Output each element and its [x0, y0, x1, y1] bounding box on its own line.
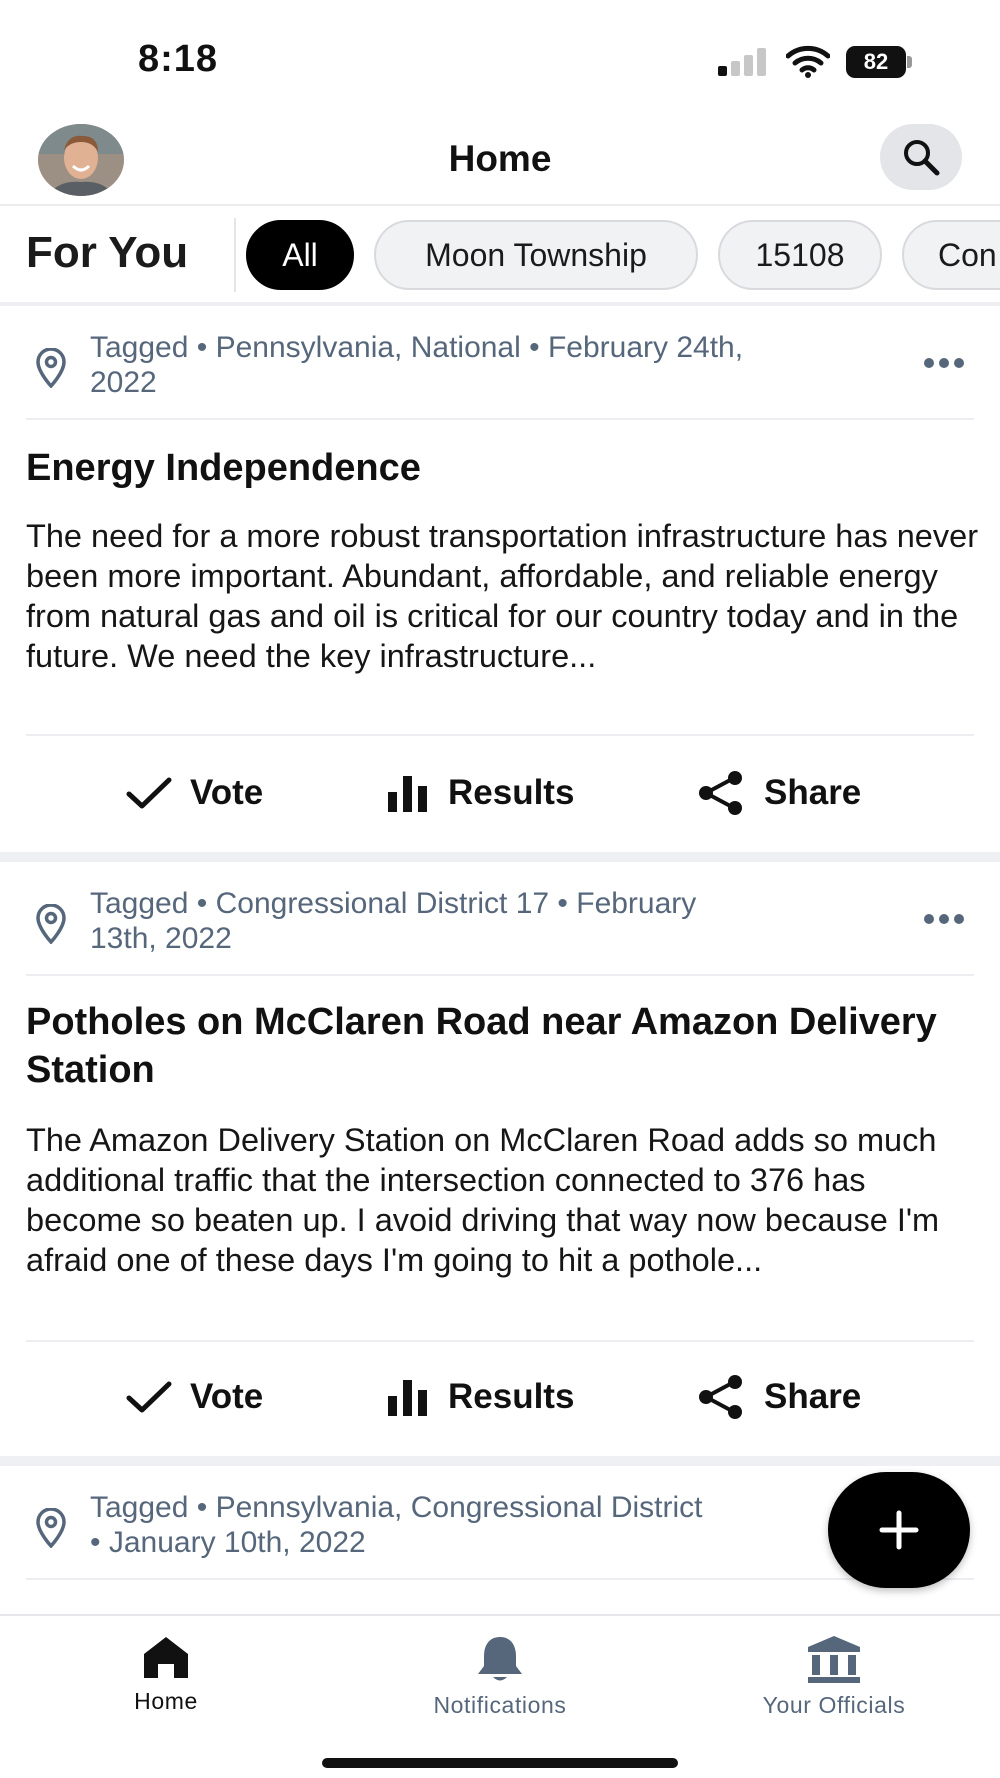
post-tags-line: 2022 [90, 366, 157, 399]
divider [26, 734, 974, 736]
post-card[interactable]: Tagged • Pennsylvania, National • Februa… [0, 310, 1000, 850]
filter-bar: For You All Moon Township 15108 Con [0, 208, 1000, 306]
tab-your-officials[interactable]: Your Officials [714, 1634, 954, 1734]
vote-button[interactable]: Vote [126, 1342, 263, 1452]
search-icon [904, 140, 940, 176]
vote-button[interactable]: Vote [126, 738, 263, 848]
checkmark-icon [126, 1381, 172, 1413]
share-button[interactable]: Share [696, 1342, 861, 1452]
page-title: Home [448, 138, 552, 179]
post-title[interactable]: Energy Independence [26, 444, 974, 492]
chip-con[interactable]: Con [902, 220, 1000, 290]
divider [26, 1578, 974, 1580]
battery-level: 82 [846, 46, 906, 78]
post-actions: Vote Results Share [0, 1342, 1000, 1452]
create-post-button[interactable] [828, 1472, 970, 1588]
share-label: Share [764, 773, 862, 812]
share-label: Share [764, 1377, 862, 1416]
divider [26, 418, 974, 420]
post-tags: Tagged • Pennsylvania, National • Februa… [90, 330, 920, 400]
share-icon [699, 1375, 742, 1419]
battery-icon: 82 [846, 46, 912, 78]
chip-all[interactable]: All [246, 220, 354, 290]
post-tags-line: Tagged • Congressional District 17 • Feb… [90, 887, 697, 920]
post-tags-line: • January 10th, 2022 [90, 1526, 366, 1559]
results-label: Results [448, 773, 575, 812]
location-pin-icon [36, 1508, 66, 1548]
card-separator [0, 1456, 1000, 1466]
card-separator [0, 852, 1000, 862]
results-button[interactable]: Results [386, 738, 574, 848]
search-button[interactable] [880, 124, 962, 190]
tab-label: Notifications [433, 1692, 567, 1718]
location-pin-icon [36, 348, 66, 388]
divider [234, 218, 236, 292]
post-tags: Tagged • Pennsylvania, Congressional Dis… [90, 1490, 920, 1560]
post-tags-line: Tagged • Pennsylvania, National • Februa… [90, 331, 744, 364]
vote-label: Vote [190, 1377, 264, 1416]
post-tags: Tagged • Congressional District 17 • Feb… [90, 886, 920, 956]
tab-home[interactable]: Home [46, 1634, 286, 1734]
results-button[interactable]: Results [386, 1342, 574, 1452]
government-building-icon [808, 1636, 860, 1683]
post-actions: Vote Results Share [0, 738, 1000, 848]
tab-label: Home [134, 1688, 198, 1714]
wifi-icon [786, 45, 830, 78]
post-title[interactable]: Potholes on McClaren Road near Amazon De… [26, 998, 974, 1094]
bar-chart-icon [388, 1380, 427, 1416]
plus-icon [879, 1510, 919, 1550]
results-label: Results [448, 1377, 575, 1416]
post-card[interactable]: Tagged • Congressional District 17 • Feb… [0, 866, 1000, 1452]
vote-label: Vote [190, 773, 264, 812]
more-options-icon[interactable] [922, 356, 966, 370]
checkmark-icon [126, 777, 172, 809]
more-options-icon[interactable] [922, 912, 966, 926]
post-tags-line: 13th, 2022 [90, 922, 232, 955]
post-body[interactable]: The Amazon Delivery Station on McClaren … [26, 1120, 986, 1280]
share-icon [699, 771, 742, 815]
location-pin-icon [36, 904, 66, 944]
for-you-label: For You [26, 228, 189, 277]
divider [26, 974, 974, 976]
home-indicator [322, 1758, 678, 1768]
top-header: Home [0, 110, 1000, 206]
status-bar: 8:18 82 [0, 0, 1000, 110]
bar-chart-icon [388, 776, 427, 812]
chip-15108[interactable]: 15108 [718, 220, 882, 290]
status-time: 8:18 [138, 38, 219, 80]
chip-moon-township[interactable]: Moon Township [374, 220, 698, 290]
bell-icon [478, 1637, 522, 1681]
tab-notifications[interactable]: Notifications [380, 1634, 620, 1734]
home-icon [144, 1637, 188, 1678]
tab-label: Your Officials [762, 1692, 906, 1718]
post-body[interactable]: The need for a more robust transportatio… [26, 516, 986, 676]
bottom-tab-bar: Home Notifications Your Officials [0, 1614, 1000, 1778]
cellular-signal-icon [718, 48, 766, 76]
post-tags-line: Tagged • Pennsylvania, Congressional Dis… [90, 1491, 703, 1524]
share-button[interactable]: Share [696, 738, 861, 848]
